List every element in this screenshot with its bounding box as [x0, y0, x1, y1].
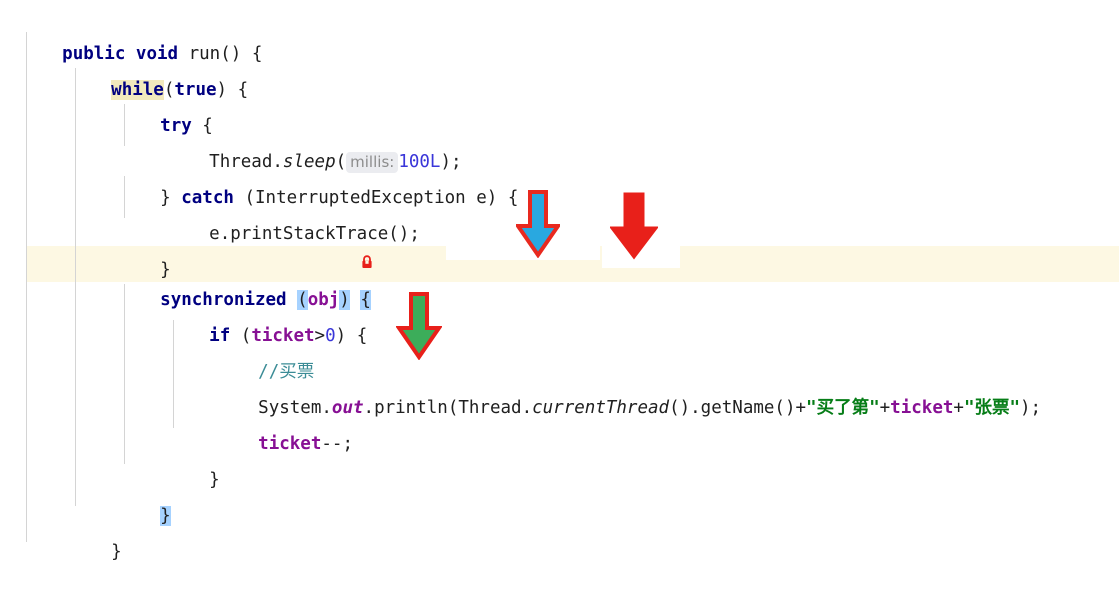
operator-plus: + — [953, 398, 964, 418]
code-line-6[interactable]: e.printStackTrace(); — [167, 180, 420, 244]
close-brace-selected: } — [160, 506, 171, 526]
code-line-9[interactable]: if (ticket>0) { — [167, 282, 367, 346]
code-line-8[interactable]: synchronized (obj) { — [118, 246, 371, 310]
field-ticket: ticket — [258, 434, 322, 454]
if-tail: ) { — [335, 326, 368, 346]
code-line-14[interactable]: } — [118, 462, 171, 526]
code-line-4[interactable]: Thread.sleep(millis: 100L); — [167, 108, 462, 173]
field-ticket: ticket — [890, 398, 954, 418]
print-stack-trace-call: e.printStackTrace(); — [209, 224, 420, 244]
blue-down-arrow — [516, 190, 560, 258]
while-tail: ) { — [216, 80, 249, 100]
code-line-10[interactable]: //买票 — [216, 318, 314, 382]
code-line-5[interactable]: } catch (InterruptedException e) { — [118, 144, 518, 208]
close-brace: } — [209, 470, 220, 490]
println-tail: ); — [1020, 398, 1042, 418]
println-call: .println(Thread. — [363, 398, 533, 418]
operator-plus: + — [879, 398, 891, 418]
close-brace: } — [111, 542, 122, 562]
code-line-12[interactable]: ticket--; — [216, 390, 353, 454]
green-down-arrow — [396, 292, 442, 360]
method-current-thread: currentThread — [532, 398, 670, 418]
get-name-call: ().getName()+ — [669, 398, 807, 418]
literal-zero: 0 — [325, 326, 336, 346]
code-line-13[interactable]: } — [167, 426, 220, 490]
string-literal-bought-no: "买了第" — [806, 398, 880, 418]
operator-greater-than: > — [314, 326, 326, 346]
indent-guide-1 — [26, 32, 27, 542]
code-line-3[interactable]: try { — [118, 72, 213, 136]
code-line-1[interactable]: public void run() { — [20, 0, 262, 64]
string-literal-tickets: "张票" — [963, 398, 1021, 418]
decrement-operator: --; — [321, 434, 353, 454]
code-editor[interactable]: public void run() { while(true) { try { … — [0, 0, 1119, 562]
code-line-11[interactable]: System.out.println(Thread.currentThread(… — [216, 354, 1041, 418]
lock-icon[interactable] — [359, 254, 375, 270]
code-line-15[interactable]: } — [69, 498, 122, 562]
code-line-2[interactable]: while(true) { — [69, 36, 248, 100]
red-down-arrow — [610, 192, 658, 260]
